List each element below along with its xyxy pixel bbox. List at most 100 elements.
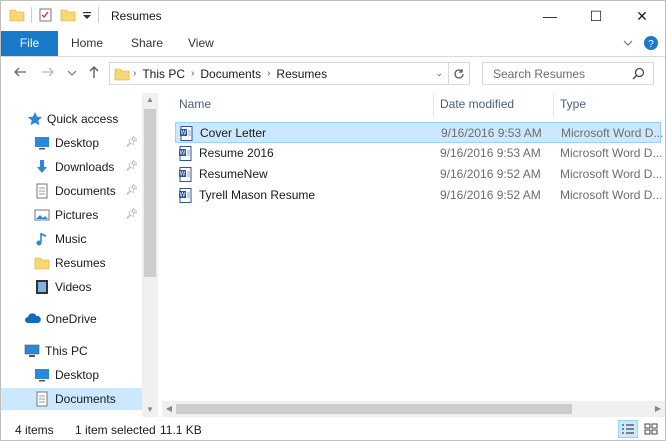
breadcrumb-this-pc[interactable]: This PC [142, 67, 185, 81]
back-arrow-icon[interactable] [13, 65, 27, 79]
scrollbar-thumb[interactable] [144, 109, 156, 277]
nav-item-label: OneDrive [46, 312, 97, 326]
nav-item-resumes[interactable]: Resumes [1, 252, 142, 274]
music-icon [36, 233, 46, 246]
nav-item-label: This PC [45, 344, 88, 358]
chevron-right-icon[interactable]: › [133, 68, 136, 79]
scroll-left-icon[interactable]: ◀ [162, 401, 176, 417]
close-button[interactable]: ✕ [619, 1, 665, 31]
breadcrumb-documents[interactable]: Documents [200, 67, 261, 81]
nav-item-label: Downloads [55, 160, 115, 174]
nav-item-label: Pictures [55, 208, 99, 222]
help-icon[interactable]: ? [643, 35, 659, 51]
item-count: 4 items [15, 423, 54, 437]
file-name: ResumeNew [199, 167, 268, 181]
pin-icon[interactable]: 📌︎ [125, 185, 138, 196]
computer-icon [24, 344, 40, 357]
file-list-horizontal-scrollbar[interactable]: ◀ ▶ [162, 401, 665, 417]
title-bar: Resumes — ☐ ✕ [1, 1, 665, 31]
video-icon [36, 280, 48, 294]
word-document-icon: W [179, 188, 192, 203]
column-divider[interactable] [433, 93, 434, 117]
scroll-up-icon[interactable]: ▲ [142, 93, 158, 107]
column-divider[interactable] [553, 93, 554, 117]
forward-arrow-icon[interactable] [41, 65, 55, 79]
file-row-resumenew[interactable]: W ResumeNew 9/16/2016 9:52 AM Microsoft … [175, 164, 662, 185]
address-bar[interactable]: › This PC › Documents › Resumes ⌄ [109, 62, 470, 85]
file-row-resume-2016[interactable]: W Resume 2016 9/16/2016 9:53 AM Microsof… [175, 143, 662, 164]
document-icon [36, 391, 48, 407]
nav-item-label: Documents [55, 184, 116, 198]
navigation-pane: Quick access Desktop 📌︎ Downloads 📌︎ Doc… [1, 93, 158, 417]
column-header-type[interactable]: Type [560, 93, 586, 115]
tab-view[interactable]: View [178, 31, 224, 56]
address-dropdown-icon[interactable]: ⌄ [435, 68, 443, 79]
file-name: Resume 2016 [199, 146, 274, 160]
search-icon[interactable] [632, 67, 645, 80]
tab-share[interactable]: Share [121, 31, 173, 56]
nav-item-downloads[interactable]: Downloads 📌︎ [1, 156, 142, 178]
nav-item-label: Music [55, 232, 87, 246]
file-type: Microsoft Word D... [560, 188, 663, 202]
svg-text:W: W [180, 151, 186, 157]
file-type: Microsoft Word D... [561, 126, 664, 140]
nav-item-quick-access[interactable]: Quick access [1, 108, 142, 130]
new-folder-icon[interactable] [60, 7, 76, 23]
folder-icon [34, 257, 50, 270]
search-input[interactable] [491, 65, 635, 82]
column-header-name[interactable]: Name [179, 93, 211, 115]
nav-item-pictures[interactable]: Pictures 📌︎ [1, 204, 142, 226]
tab-file[interactable]: File [1, 31, 58, 56]
nav-item-label: Desktop [55, 368, 100, 382]
pin-icon[interactable]: 📌︎ [125, 161, 138, 172]
nav-item-label: Desktop [55, 136, 100, 150]
nav-item-music[interactable]: Music [1, 228, 142, 250]
nav-item-desktop-pc[interactable]: Desktop [1, 364, 142, 386]
nav-item-label: Videos [55, 280, 92, 294]
file-name: Cover Letter [200, 126, 267, 140]
details-view-button[interactable] [618, 420, 638, 438]
file-row-cover-letter[interactable]: W Cover Letter 9/16/2016 9:53 AM Microso… [175, 122, 664, 143]
minimize-icon: — [543, 8, 557, 24]
expand-ribbon-icon[interactable] [623, 38, 633, 48]
pin-icon[interactable]: 📌︎ [125, 137, 138, 148]
breadcrumb-resumes[interactable]: Resumes [276, 67, 327, 81]
maximize-button[interactable]: ☐ [573, 1, 619, 31]
pin-icon[interactable]: 📌︎ [125, 209, 138, 220]
nav-item-label: Documents [55, 392, 116, 406]
large-icons-view-button[interactable] [641, 420, 661, 438]
word-document-icon: W [179, 146, 192, 161]
nav-item-desktop[interactable]: Desktop 📌︎ [1, 132, 142, 154]
search-box[interactable] [482, 62, 654, 85]
chevron-right-icon[interactable]: › [267, 68, 270, 79]
chevron-right-icon[interactable]: › [191, 68, 194, 79]
file-date: 9/16/2016 9:52 AM [440, 167, 541, 181]
refresh-button[interactable] [448, 63, 469, 84]
nav-item-documents-pc[interactable]: Documents [1, 388, 142, 410]
nav-pane-scrollbar[interactable]: ▲ ▼ [142, 93, 158, 417]
maximize-icon: ☐ [589, 7, 603, 24]
properties-icon[interactable] [38, 7, 54, 23]
file-row-tyrell-mason-resume[interactable]: W Tyrell Mason Resume 9/16/2016 9:52 AM … [175, 185, 663, 206]
minimize-button[interactable]: — [527, 1, 573, 31]
file-date: 9/16/2016 9:53 AM [441, 126, 542, 140]
nav-item-onedrive[interactable]: OneDrive [1, 308, 142, 330]
selection-size: 11.1 KB [160, 423, 202, 437]
scroll-right-icon[interactable]: ▶ [651, 401, 665, 417]
customize-toolbar-icon[interactable] [82, 7, 92, 23]
file-list: ⌃ Name Date modified Type W Cover Letter… [162, 93, 665, 417]
column-header-date[interactable]: Date modified [440, 93, 514, 115]
recent-locations-icon[interactable] [67, 69, 77, 77]
selection-count: 1 item selected [75, 423, 156, 437]
scrollbar-thumb[interactable] [176, 404, 572, 414]
up-arrow-icon[interactable] [87, 65, 101, 79]
scroll-down-icon[interactable]: ▼ [142, 403, 158, 417]
nav-item-documents[interactable]: Documents 📌︎ [1, 180, 142, 202]
refresh-icon [454, 68, 464, 79]
folder-icon [114, 68, 130, 80]
navigation-bar: › This PC › Documents › Resumes ⌄ [1, 57, 665, 90]
tab-home[interactable]: Home [61, 31, 113, 56]
nav-item-videos[interactable]: Videos [1, 276, 142, 298]
nav-item-this-pc[interactable]: This PC [1, 340, 142, 362]
svg-text:W: W [180, 172, 186, 178]
